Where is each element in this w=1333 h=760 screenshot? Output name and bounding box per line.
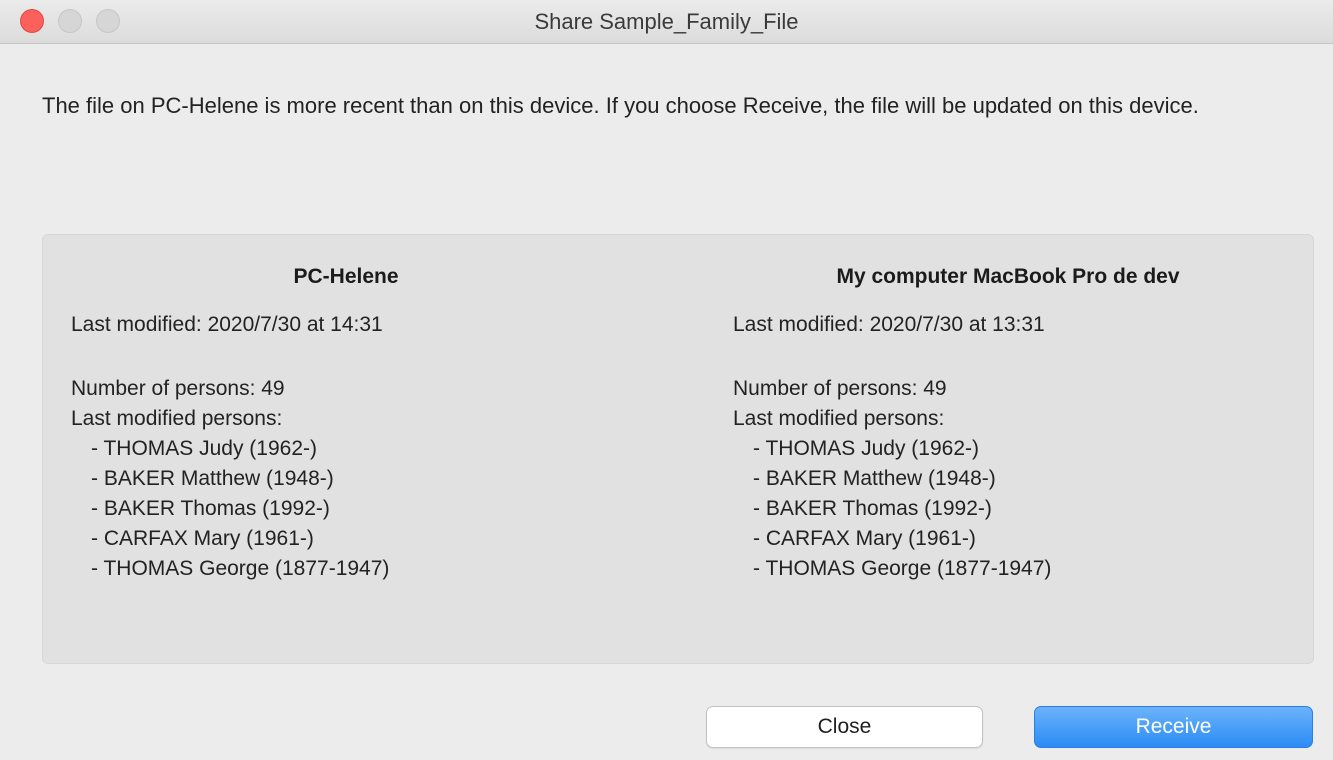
receive-button[interactable]: Receive bbox=[1034, 706, 1313, 748]
title-bar[interactable]: Share Sample_Family_File bbox=[0, 0, 1333, 44]
close-button[interactable]: Close bbox=[706, 706, 983, 748]
local-person-item: - BAKER Thomas (1992-) bbox=[753, 497, 992, 520]
remote-person-item: - BAKER Matthew (1948-) bbox=[91, 467, 334, 490]
remote-device-title: PC-Helene bbox=[293, 265, 399, 288]
comparison-panel: PC-Helene Last modified: 2020/7/30 at 14… bbox=[42, 234, 1314, 664]
remote-last-modified-persons-label: Last modified persons: bbox=[71, 407, 283, 430]
remote-person-item: - THOMAS Judy (1962-) bbox=[91, 437, 318, 460]
share-dialog-window: Share Sample_Family_File The file on PC-… bbox=[0, 0, 1333, 760]
local-last-modified: Last modified: 2020/7/30 at 13:31 bbox=[733, 313, 1045, 336]
local-device-title: My computer MacBook Pro de dev bbox=[836, 265, 1180, 288]
local-person-item: - BAKER Matthew (1948-) bbox=[753, 467, 996, 490]
remote-person-item: - CARFAX Mary (1961-) bbox=[91, 527, 314, 550]
local-person-item: - CARFAX Mary (1961-) bbox=[753, 527, 976, 550]
remote-last-modified: Last modified: 2020/7/30 at 14:31 bbox=[71, 313, 383, 336]
info-message: The file on PC-Helene is more recent tha… bbox=[42, 93, 1199, 118]
remote-person-item: - BAKER Thomas (1992-) bbox=[91, 497, 330, 520]
local-person-item: - THOMAS George (1877-1947) bbox=[753, 557, 1052, 580]
remote-person-item: - THOMAS George (1877-1947) bbox=[91, 557, 390, 580]
local-num-persons: Number of persons: 49 bbox=[733, 377, 947, 400]
remote-num-persons: Number of persons: 49 bbox=[71, 377, 285, 400]
local-person-item: - THOMAS Judy (1962-) bbox=[753, 437, 980, 460]
window-title: Share Sample_Family_File bbox=[534, 9, 799, 34]
local-last-modified-persons-label: Last modified persons: bbox=[733, 407, 945, 430]
